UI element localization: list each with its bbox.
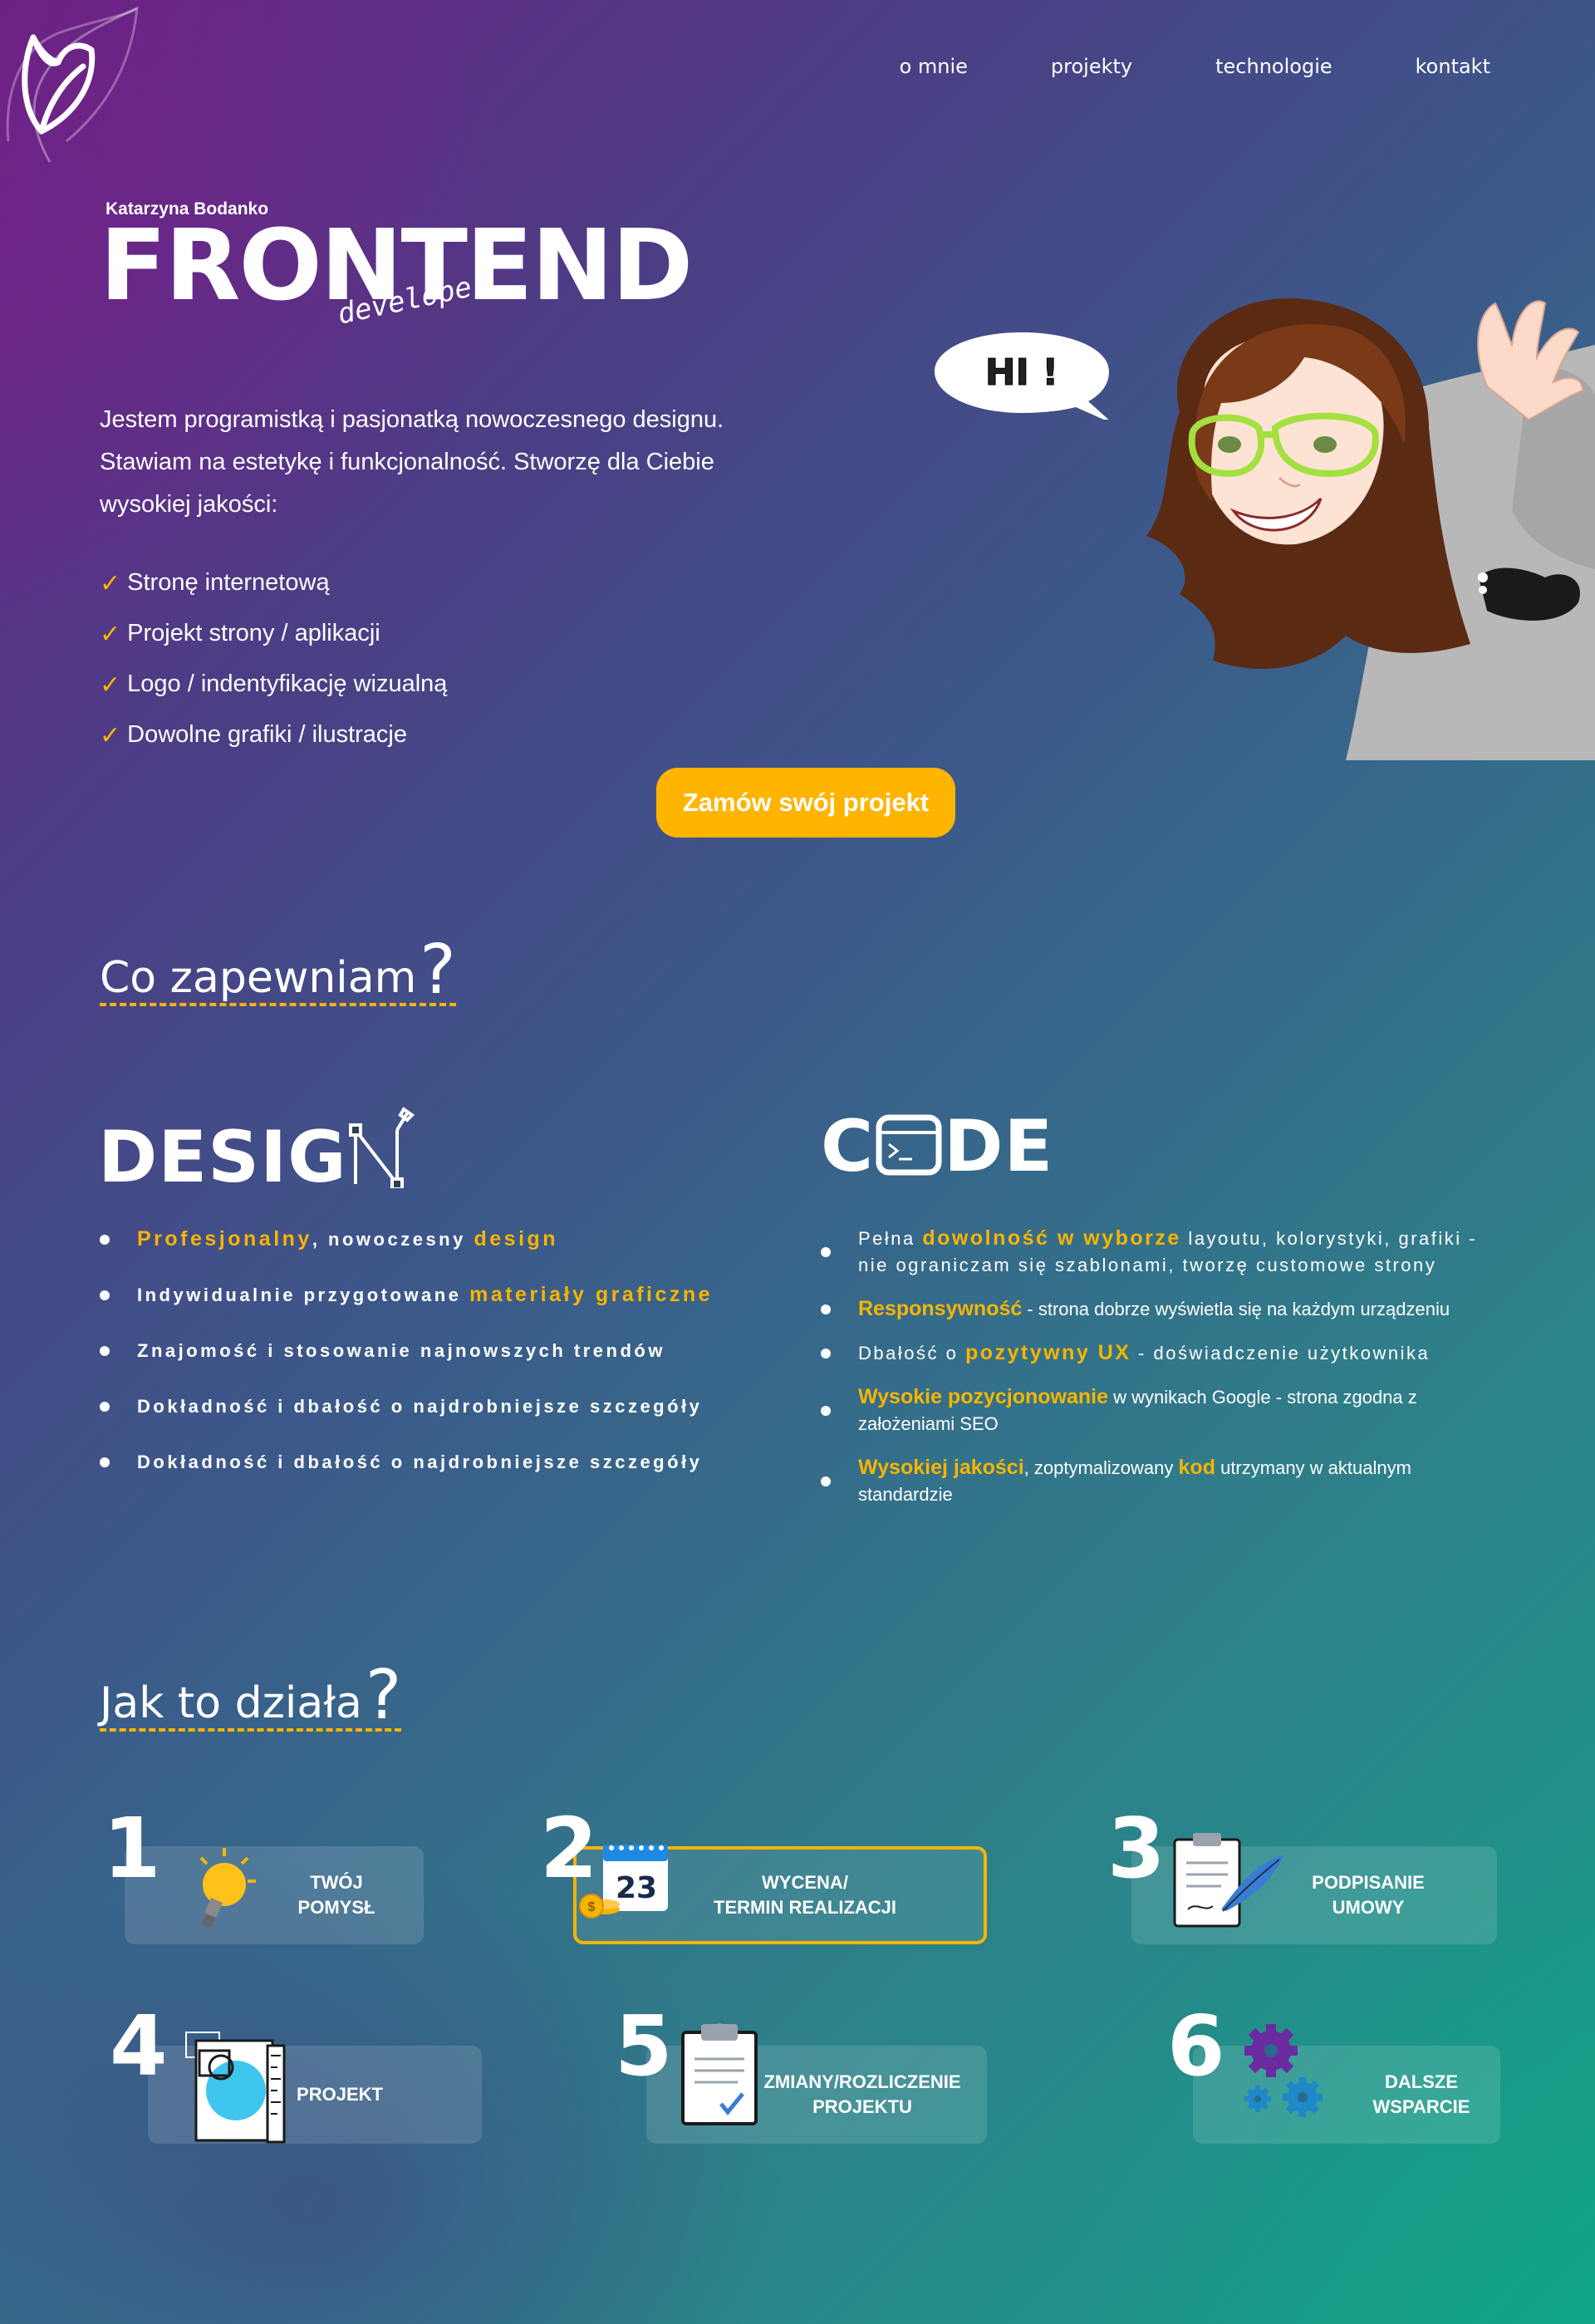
list-item: Dbałość o pozytywny UX - doświadczenie u… bbox=[821, 1339, 1502, 1367]
list-item: Dokładność i dbałość o najdrobniejsze sz… bbox=[100, 1434, 713, 1490]
design-heading: DESIG bbox=[98, 1105, 415, 1199]
list-item: ✓ Dowolne grafiki / ilustracje bbox=[100, 721, 407, 749]
design-feature-list: Profesjonalny, nowoczesny design Indywidu… bbox=[100, 1211, 713, 1490]
calendar-coins-icon: 23 $ bbox=[579, 1845, 668, 1919]
nav-link-technologies[interactable]: technologie bbox=[1215, 55, 1332, 78]
terminal-window-icon bbox=[876, 1114, 942, 1176]
speech-bubble: HI ! bbox=[935, 332, 1109, 420]
checkmark-icon: ✓ bbox=[100, 570, 121, 597]
nav-link-projects[interactable]: projekty bbox=[1051, 55, 1132, 78]
list-item: Pełna dowolność w wyborze layoutu, kolor… bbox=[821, 1225, 1502, 1279]
bubble-text: HI ! bbox=[985, 351, 1059, 394]
tulip-logo-icon[interactable] bbox=[0, 0, 141, 166]
checkmark-icon: ✓ bbox=[100, 621, 121, 648]
list-item: Wysokie pozycjonowanie w wynikach Google… bbox=[821, 1383, 1502, 1437]
process-step-1: TWÓJ POMYSŁ bbox=[125, 1846, 424, 1944]
step-number: 1 bbox=[103, 1800, 161, 1897]
section-heading-offer: Co zapewniam? bbox=[100, 931, 456, 1010]
main-nav: o mnie projekty technologie kontakt bbox=[817, 55, 1490, 78]
services-checklist: ✓ Stronę internetową ✓ Projekt strony / ap… bbox=[100, 569, 447, 772]
step-number: 5 bbox=[615, 1997, 673, 2095]
nav-link-contact[interactable]: kontakt bbox=[1416, 55, 1490, 78]
nav-link-about[interactable]: o mnie bbox=[900, 55, 968, 78]
calendar-day: 23 bbox=[616, 1871, 657, 1905]
design-sheets-icon bbox=[185, 2032, 286, 2144]
list-item: Dokładność i dbałość o najdrobniejsze sz… bbox=[100, 1378, 713, 1434]
pen-tool-n-icon bbox=[348, 1107, 415, 1191]
checkmark-icon: ✓ bbox=[100, 722, 121, 749]
list-item: ✓ Stronę internetową bbox=[100, 569, 330, 597]
step-number: 3 bbox=[1107, 1800, 1166, 1897]
step-number: 6 bbox=[1167, 1997, 1225, 2095]
list-item: Responsywność - strona dobrze wyświetla … bbox=[821, 1295, 1502, 1323]
section-heading-process: Jak to działa? bbox=[100, 1656, 402, 1735]
list-item: ✓ Logo / indentyfikację wizualną bbox=[100, 671, 448, 699]
svg-text:$: $ bbox=[588, 1900, 596, 1914]
list-item: Wysokiej jakości, zoptymalizowany kod ut… bbox=[821, 1454, 1502, 1508]
code-feature-list: Pełna dowolność w wyborze layoutu, kolor… bbox=[821, 1225, 1502, 1525]
code-heading: C DE bbox=[821, 1105, 1054, 1188]
clipboard-check-icon bbox=[681, 2023, 758, 2125]
checkmark-icon: ✓ bbox=[100, 671, 121, 699]
list-item: Znajomość i stosowanie najnowszych trend… bbox=[100, 1323, 713, 1378]
lightbulb-icon bbox=[199, 1848, 256, 1928]
contract-quill-icon bbox=[1173, 1833, 1284, 1928]
list-item: ✓ Projekt strony / aplikacji bbox=[100, 620, 380, 648]
hero-intro: Jestem programistką i pasjonatką nowocze… bbox=[100, 406, 724, 518]
order-project-button[interactable]: Zamów swój projekt bbox=[656, 768, 955, 838]
gears-icon bbox=[1244, 2024, 1323, 2117]
list-item: Indywidualnie przygotowane materiały gra… bbox=[100, 1267, 713, 1323]
list-item: Profesjonalny, nowoczesny design bbox=[100, 1211, 713, 1267]
avatar-illustration bbox=[1146, 297, 1595, 760]
step-number: 4 bbox=[110, 1997, 168, 2095]
